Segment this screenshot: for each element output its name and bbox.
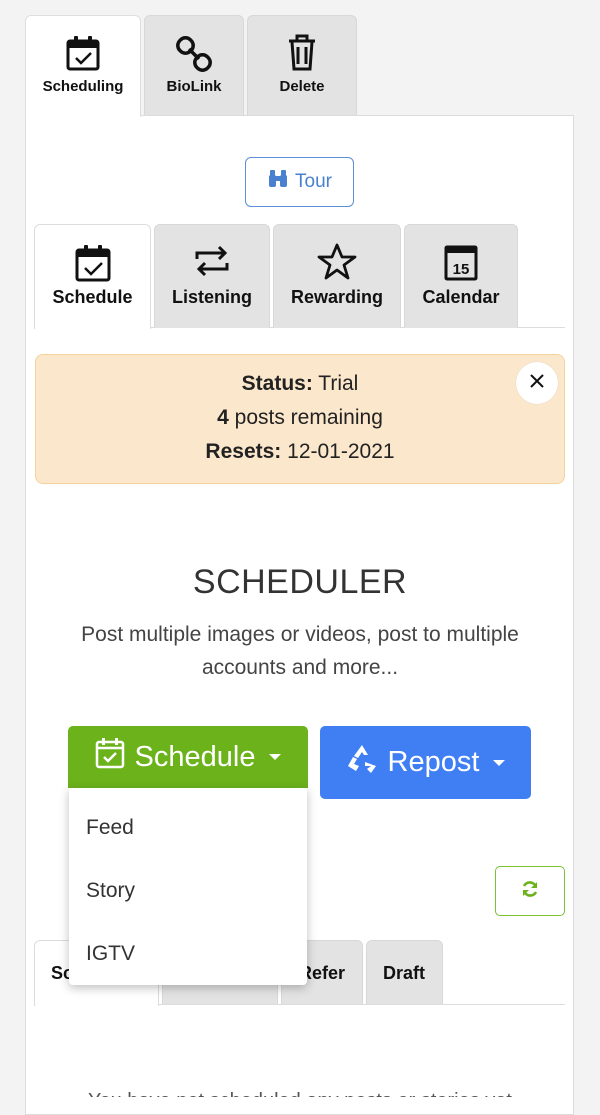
status-line: Status: Trial: [36, 372, 564, 396]
page-description: Post multiple images or videos, post to …: [81, 623, 519, 679]
alert-close-button[interactable]: [516, 362, 558, 404]
recycle-icon: [346, 744, 378, 782]
tab-delete-label: Delete: [279, 78, 325, 95]
resets-line: Resets: 12-01-2021: [36, 440, 564, 464]
dropdown-item-igtv[interactable]: IGTV: [86, 942, 135, 966]
tab-listening[interactable]: Listening: [154, 224, 270, 328]
dropdown-item-feed[interactable]: Feed: [86, 816, 134, 840]
status-value: Trial: [318, 372, 359, 395]
tab-draft[interactable]: Draft: [366, 940, 443, 1004]
calendar-check-icon: [74, 243, 112, 288]
tab-scheduling-label: Scheduling: [42, 78, 124, 95]
repost-button-label: Repost: [387, 746, 480, 778]
tour-label: Tour: [295, 171, 332, 192]
schedule-dropdown-menu: Feed Story IGTV: [69, 788, 307, 985]
resets-value: 12-01-2021: [287, 440, 395, 463]
tab-schedule[interactable]: Schedule: [34, 224, 151, 329]
tab-rewarding[interactable]: Rewarding: [273, 224, 401, 328]
posts-remaining-text: posts remaining: [234, 406, 383, 429]
tab-biolink[interactable]: BioLink: [144, 15, 244, 115]
tab-calendar[interactable]: 15 Calendar: [404, 224, 518, 328]
empty-state-text: You have not scheduled any posts or stor…: [0, 1086, 600, 1097]
schedule-button-label: Schedule: [134, 740, 256, 773]
posts-remaining-line: 4 posts remaining: [36, 406, 564, 430]
calendar-check-icon: [65, 34, 101, 77]
status-label: Status:: [241, 372, 313, 395]
tab-listening-label: Listening: [172, 287, 252, 307]
status-alert: Status: Trial 4 posts remaining Resets: …: [35, 354, 565, 484]
trash-icon: [287, 34, 317, 77]
binoculars-icon: [267, 169, 289, 195]
svg-text:15: 15: [453, 261, 470, 278]
caret-down-icon: [493, 759, 506, 766]
tab-delete[interactable]: Delete: [247, 15, 357, 115]
close-icon: [529, 373, 545, 394]
calendar-15-icon: 15: [443, 243, 479, 286]
repost-dropdown-button[interactable]: Repost: [320, 726, 531, 799]
star-icon: [317, 243, 357, 286]
link-icon: [174, 34, 214, 79]
tab-draft-label: Draft: [383, 963, 426, 983]
refresh-icon: [520, 879, 540, 904]
tour-button[interactable]: Tour: [245, 157, 354, 207]
tab-biolink-label: BioLink: [166, 78, 222, 95]
tab-calendar-label: Calendar: [422, 287, 500, 307]
page-title: SCHEDULER: [192, 563, 408, 601]
tab-rewarding-label: Rewarding: [290, 287, 383, 307]
posts-count: 4: [217, 406, 229, 429]
tab-schedule-label: Schedule: [52, 287, 133, 307]
resets-label: Resets:: [205, 440, 282, 463]
refresh-button[interactable]: [495, 866, 565, 916]
caret-down-icon: [269, 754, 282, 760]
dropdown-item-story[interactable]: Story: [86, 879, 135, 903]
schedule-dropdown-button[interactable]: Schedule: [68, 726, 308, 788]
calendar-check-icon: [95, 737, 125, 777]
repeat-icon: [193, 243, 231, 284]
tab-scheduling[interactable]: Scheduling: [25, 15, 141, 117]
